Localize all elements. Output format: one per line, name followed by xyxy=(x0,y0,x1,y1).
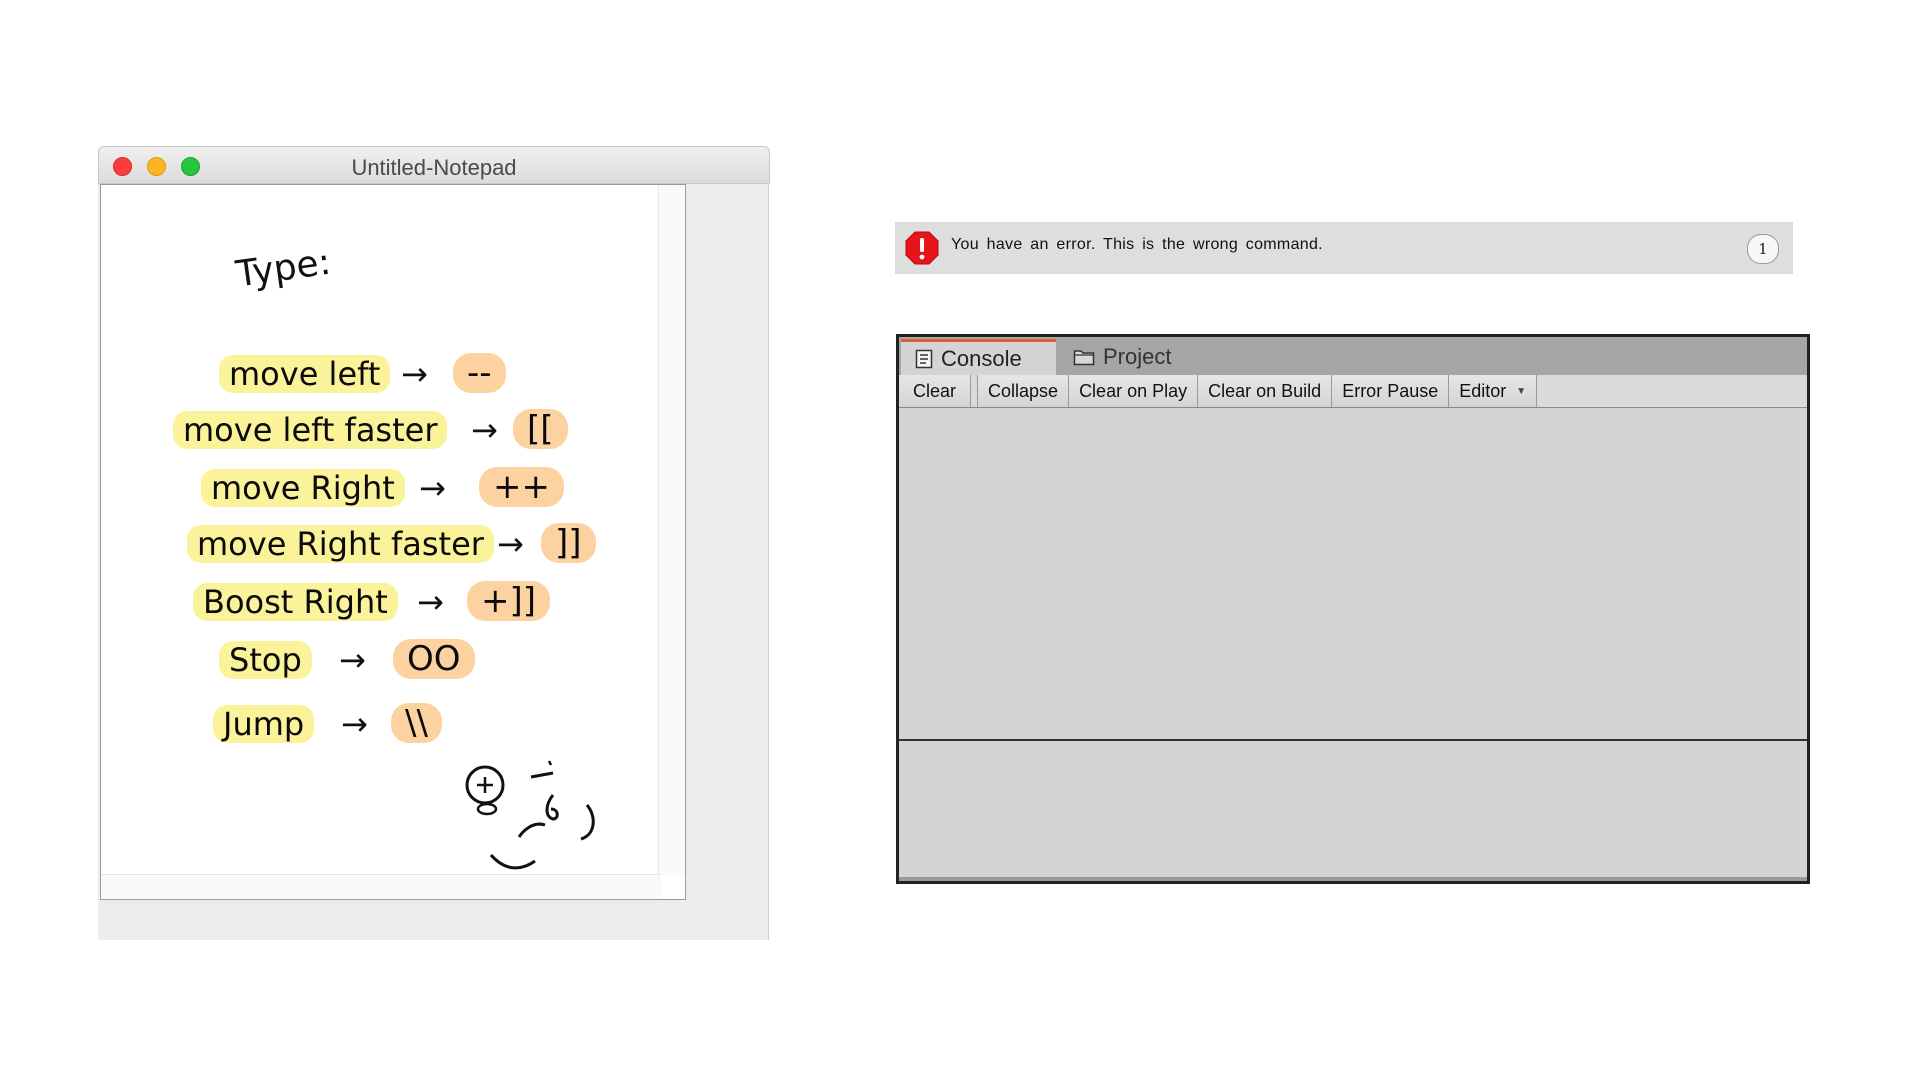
editor-dropdown-label: Editor xyxy=(1459,380,1507,401)
command-label: Jump xyxy=(213,705,315,743)
arrow-icon: → xyxy=(341,705,368,743)
command-key: ]] xyxy=(541,523,596,563)
notepad-body: Type: move left → -- move left faster → … xyxy=(98,184,769,940)
command-key: \\ xyxy=(391,703,442,743)
tab-bar: Console Project xyxy=(899,337,1807,375)
command-row: move left → -- xyxy=(101,353,661,405)
horizontal-scrollbar[interactable] xyxy=(101,874,661,899)
error-message: You have an error. This is the wrong com… xyxy=(951,236,1323,253)
clear-on-play-button[interactable]: Clear on Play xyxy=(1069,375,1199,407)
console-toolbar: Clear Collapse Clear on Play Clear on Bu… xyxy=(899,375,1807,408)
command-key: OO xyxy=(393,639,475,679)
tab-label: Console xyxy=(941,345,1022,371)
command-label: move left xyxy=(219,355,391,393)
tab-project[interactable]: Project xyxy=(1059,339,1199,375)
command-label: Boost Right xyxy=(193,583,398,621)
arrow-icon: → xyxy=(471,411,498,449)
notepad-titlebar[interactable]: Untitled-Notepad xyxy=(98,146,770,184)
command-key: +]] xyxy=(467,581,551,621)
clear-on-build-label: Clear on Build xyxy=(1208,380,1322,401)
tab-label: Project xyxy=(1103,344,1172,369)
window-title: Untitled-Notepad xyxy=(351,155,517,180)
folder-icon xyxy=(1073,350,1095,366)
console-panel: Console Project Clear Collapse Clear on … xyxy=(896,334,1810,884)
clear-on-play-label: Clear on Play xyxy=(1079,380,1188,401)
command-label: move left faster xyxy=(173,411,448,449)
command-row: Jump → \\ xyxy=(101,703,661,755)
command-key: -- xyxy=(453,353,506,393)
arrow-icon: → xyxy=(417,583,444,621)
clear-button[interactable]: Clear xyxy=(899,375,972,407)
collapse-button-label: Collapse xyxy=(988,380,1059,401)
instructions-heading: Type: xyxy=(233,241,334,296)
notepad-window: Untitled-Notepad Type: move left → -- mo… xyxy=(98,146,770,940)
command-row: Stop → OO xyxy=(101,639,661,691)
command-row: Boost Right → +]] xyxy=(101,581,661,633)
command-row: move left faster → [[ xyxy=(101,409,661,461)
arrow-icon: → xyxy=(339,641,366,679)
command-label: Stop xyxy=(219,641,312,679)
vertical-scrollbar[interactable] xyxy=(658,185,685,875)
command-row: move Right faster → ]] xyxy=(101,523,661,575)
clear-on-build-button[interactable]: Clear on Build xyxy=(1198,375,1333,407)
error-status-bar[interactable]: You have an error. This is the wrong com… xyxy=(895,222,1793,274)
error-pause-button[interactable]: Error Pause xyxy=(1332,375,1450,407)
notepad-text-area[interactable]: Type: move left → -- move left faster → … xyxy=(100,184,686,900)
arrow-icon: → xyxy=(401,355,428,393)
arrow-icon: → xyxy=(419,469,446,507)
command-label: move Right xyxy=(201,469,405,507)
command-key: ++ xyxy=(479,467,564,507)
tab-console[interactable]: Console xyxy=(901,339,1056,375)
command-label: move Right faster xyxy=(187,525,494,563)
panel-bottom-border xyxy=(899,877,1807,881)
console-icon xyxy=(915,349,933,368)
error-pause-label: Error Pause xyxy=(1342,380,1439,401)
command-row: move Right → ++ xyxy=(101,467,661,519)
clear-button-label: Clear xyxy=(913,380,957,401)
doodle-face-sketch xyxy=(465,760,595,870)
collapse-button[interactable]: Collapse xyxy=(977,375,1070,407)
editor-dropdown[interactable]: Editor ▼ xyxy=(1449,375,1538,407)
arrow-icon: → xyxy=(497,525,524,563)
chevron-down-icon: ▼ xyxy=(1516,385,1527,397)
console-log-list[interactable] xyxy=(899,408,1807,738)
console-detail-pane[interactable] xyxy=(899,741,1807,877)
error-count-badge: 1 xyxy=(1747,234,1779,264)
error-octagon-icon xyxy=(905,231,939,265)
command-key: [[ xyxy=(513,409,568,449)
